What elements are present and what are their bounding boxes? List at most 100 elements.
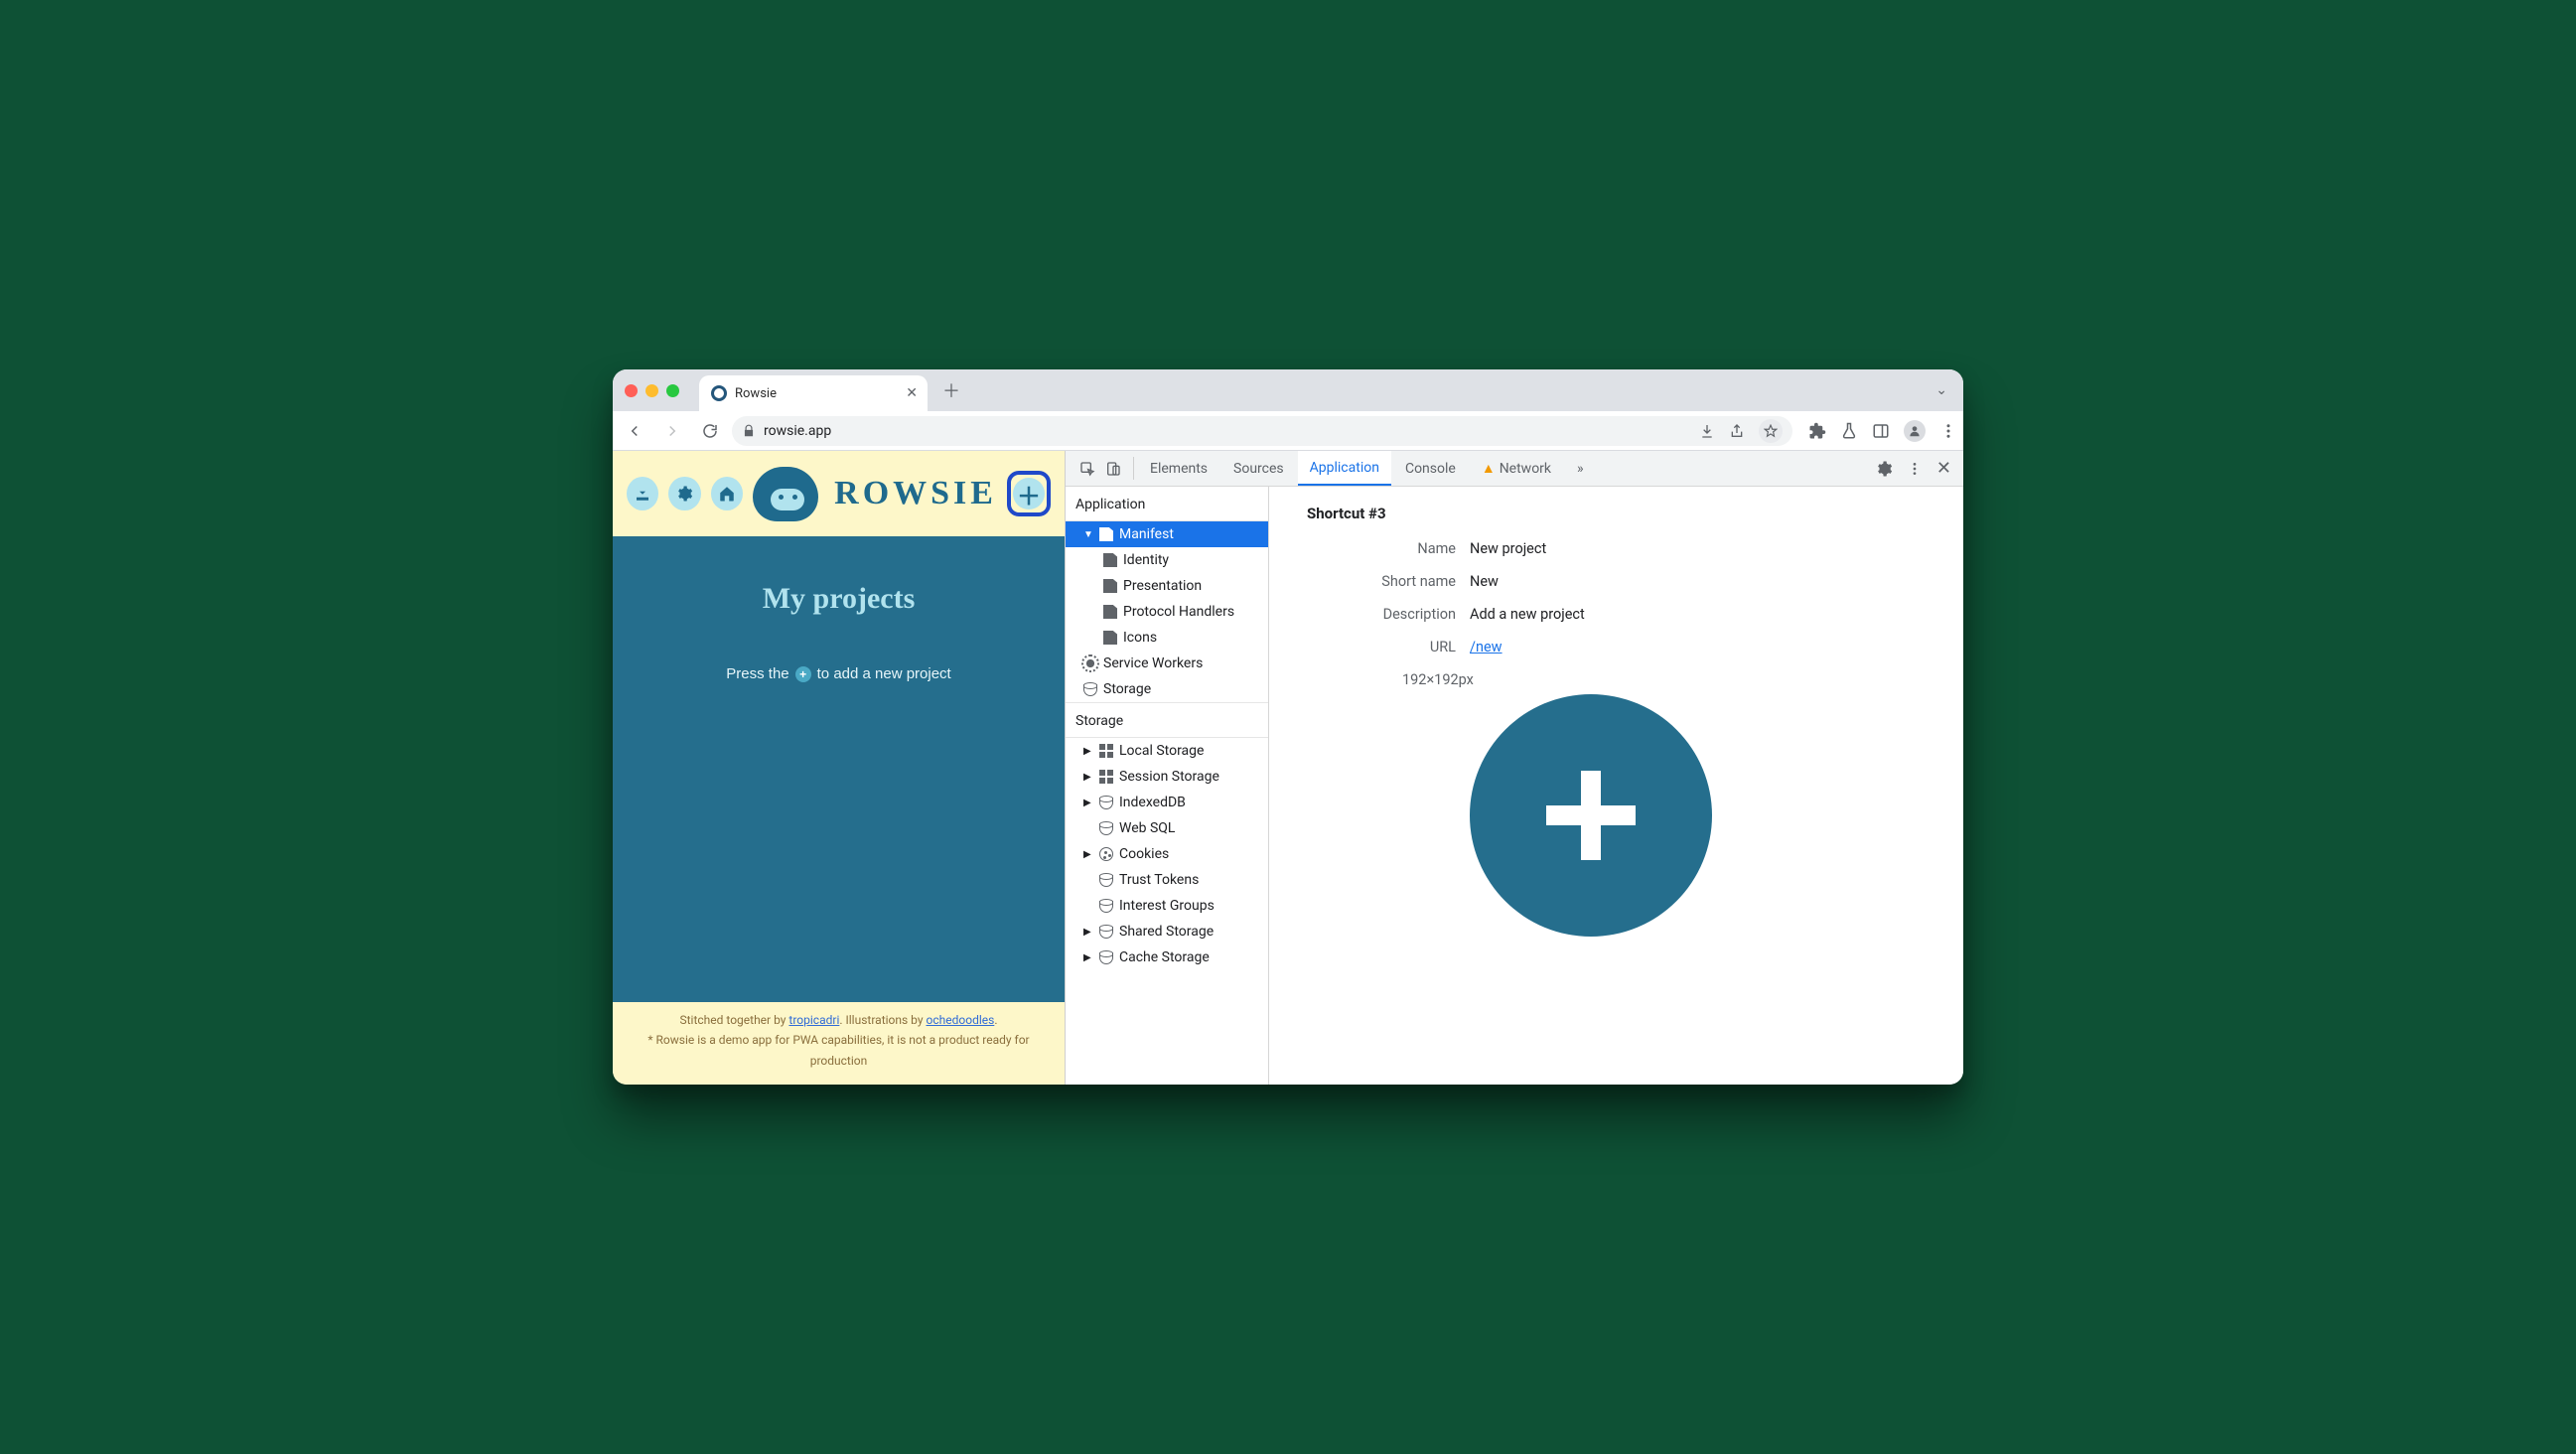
back-button[interactable] bbox=[619, 415, 650, 447]
sidebar-item-trust-tokens[interactable]: ▶Trust Tokens bbox=[1066, 867, 1268, 893]
sidebar-item-cookies[interactable]: ▶Cookies bbox=[1066, 841, 1268, 867]
address-bar[interactable]: rowsie.app bbox=[732, 416, 1792, 446]
label-short: Short name bbox=[1307, 573, 1456, 590]
sidepanel-icon[interactable] bbox=[1872, 422, 1890, 440]
export-icon[interactable] bbox=[627, 477, 658, 510]
icon-dimensions: 192×192px bbox=[1402, 671, 1937, 688]
sidebar-item-indexeddb[interactable]: ▶IndexedDB bbox=[1066, 790, 1268, 815]
gear-icon bbox=[1083, 656, 1097, 670]
reload-button[interactable] bbox=[694, 415, 726, 447]
file-icon bbox=[1103, 553, 1117, 567]
forward-button[interactable] bbox=[656, 415, 688, 447]
nav-toolbar: rowsie.app bbox=[613, 411, 1963, 451]
devtools-detail: Shortcut #3 NameNew project Short nameNe… bbox=[1269, 487, 1963, 1085]
close-window-icon[interactable] bbox=[625, 384, 638, 397]
page-content: ROWSIE ＋ My projects Press the + to add … bbox=[613, 451, 1065, 1085]
devtools-close-icon[interactable]: ✕ bbox=[1936, 458, 1951, 479]
device-toggle-icon[interactable] bbox=[1105, 461, 1121, 477]
settings-icon[interactable] bbox=[668, 477, 700, 510]
caret-right-icon: ▶ bbox=[1083, 746, 1093, 757]
tab-sources[interactable]: Sources bbox=[1221, 451, 1296, 486]
sidebar-item-local-storage[interactable]: ▶Local Storage bbox=[1066, 738, 1268, 764]
home-icon[interactable] bbox=[711, 477, 743, 510]
labs-icon[interactable] bbox=[1840, 422, 1858, 440]
sidebar-item-identity[interactable]: Identity bbox=[1066, 547, 1268, 573]
devtools-tabbar: Elements Sources Application Console ▲Ne… bbox=[1066, 451, 1963, 487]
sidebar-item-service-workers[interactable]: Service Workers bbox=[1066, 651, 1268, 676]
bookmark-icon[interactable] bbox=[1759, 419, 1783, 443]
database-icon bbox=[1099, 873, 1113, 887]
profile-avatar-icon[interactable] bbox=[1904, 420, 1926, 442]
install-icon[interactable] bbox=[1699, 423, 1715, 439]
cookie-icon bbox=[1099, 847, 1113, 861]
url-text: rowsie.app bbox=[764, 423, 831, 439]
detail-title: Shortcut #3 bbox=[1307, 505, 1937, 522]
warning-icon: ▲ bbox=[1482, 460, 1496, 477]
maximize-window-icon[interactable] bbox=[666, 384, 679, 397]
app-main: My projects Press the + to add a new pro… bbox=[613, 536, 1065, 1002]
close-tab-icon[interactable]: ✕ bbox=[906, 386, 918, 400]
new-tab-button[interactable]: ＋ bbox=[937, 377, 965, 403]
sidebar-item-protocol[interactable]: Protocol Handlers bbox=[1066, 599, 1268, 625]
favicon-icon bbox=[711, 385, 727, 401]
tab-application[interactable]: Application bbox=[1298, 451, 1391, 486]
plus-icon: ＋ bbox=[1013, 478, 1045, 509]
label-url: URL bbox=[1307, 639, 1456, 655]
database-icon bbox=[1083, 682, 1097, 696]
browser-tab[interactable]: Rowsie ✕ bbox=[699, 375, 928, 411]
lock-icon bbox=[742, 424, 756, 438]
label-desc: Description bbox=[1307, 606, 1456, 623]
storage-icon bbox=[1099, 744, 1113, 758]
caret-right-icon: ▶ bbox=[1083, 849, 1093, 860]
window-controls bbox=[625, 384, 679, 397]
credit-link-2[interactable]: ochedoodles bbox=[927, 1013, 995, 1027]
devtools-menu-icon[interactable] bbox=[1907, 461, 1923, 477]
extensions-icon[interactable] bbox=[1808, 422, 1826, 440]
caret-right-icon: ▶ bbox=[1083, 798, 1093, 808]
group-application: Application bbox=[1066, 487, 1268, 521]
app-header: ROWSIE ＋ bbox=[613, 451, 1065, 536]
devtools-settings-icon[interactable] bbox=[1875, 460, 1893, 478]
file-icon bbox=[1099, 527, 1113, 541]
sidebar-item-websql[interactable]: ▶Web SQL bbox=[1066, 815, 1268, 841]
database-icon bbox=[1099, 796, 1113, 809]
app-footer: Stitched together by tropicadri. Illustr… bbox=[613, 1002, 1065, 1085]
more-tabs-icon[interactable]: » bbox=[1565, 451, 1596, 486]
credit-link-1[interactable]: tropicadri bbox=[788, 1013, 839, 1027]
devtools-sidebar: Application ▼Manifest Identity Presentat… bbox=[1066, 487, 1269, 1085]
plus-icon bbox=[1531, 756, 1650, 875]
menu-dots-icon[interactable] bbox=[1939, 422, 1957, 440]
database-icon bbox=[1099, 950, 1113, 964]
sidebar-item-cache-storage[interactable]: ▶Cache Storage bbox=[1066, 945, 1268, 970]
sidebar-item-shared-storage[interactable]: ▶Shared Storage bbox=[1066, 919, 1268, 945]
tabs-dropdown-icon[interactable]: ⌄ bbox=[1932, 382, 1951, 398]
database-icon bbox=[1099, 821, 1113, 835]
caret-right-icon: ▶ bbox=[1083, 927, 1093, 938]
tab-title: Rowsie bbox=[735, 386, 898, 401]
sidebar-item-session-storage[interactable]: ▶Session Storage bbox=[1066, 764, 1268, 790]
value-url-link[interactable]: /new bbox=[1470, 639, 1503, 655]
database-icon bbox=[1099, 899, 1113, 913]
caret-down-icon: ▼ bbox=[1083, 529, 1093, 540]
inline-plus-icon: + bbox=[795, 666, 811, 682]
sidebar-item-storage[interactable]: Storage bbox=[1066, 676, 1268, 702]
shortcut-icon-preview bbox=[1470, 694, 1712, 937]
sidebar-item-icons[interactable]: Icons bbox=[1066, 625, 1268, 651]
tab-network[interactable]: ▲Network bbox=[1470, 451, 1563, 486]
sidebar-item-manifest[interactable]: ▼Manifest bbox=[1066, 521, 1268, 547]
value-short: New bbox=[1470, 573, 1499, 590]
inspect-icon[interactable] bbox=[1079, 461, 1095, 477]
tab-elements[interactable]: Elements bbox=[1138, 451, 1219, 486]
storage-icon bbox=[1099, 770, 1113, 784]
tab-console[interactable]: Console bbox=[1393, 451, 1468, 486]
minimize-window-icon[interactable] bbox=[645, 384, 658, 397]
file-icon bbox=[1103, 631, 1117, 645]
sheep-logo-icon bbox=[753, 467, 818, 521]
group-storage: Storage bbox=[1066, 702, 1268, 738]
caret-right-icon: ▶ bbox=[1083, 772, 1093, 783]
share-icon[interactable] bbox=[1729, 423, 1745, 439]
footer-disclaimer: * Rowsie is a demo app for PWA capabilit… bbox=[631, 1030, 1047, 1071]
add-project-button[interactable]: ＋ bbox=[1007, 471, 1051, 516]
sidebar-item-interest-groups[interactable]: ▶Interest Groups bbox=[1066, 893, 1268, 919]
sidebar-item-presentation[interactable]: Presentation bbox=[1066, 573, 1268, 599]
